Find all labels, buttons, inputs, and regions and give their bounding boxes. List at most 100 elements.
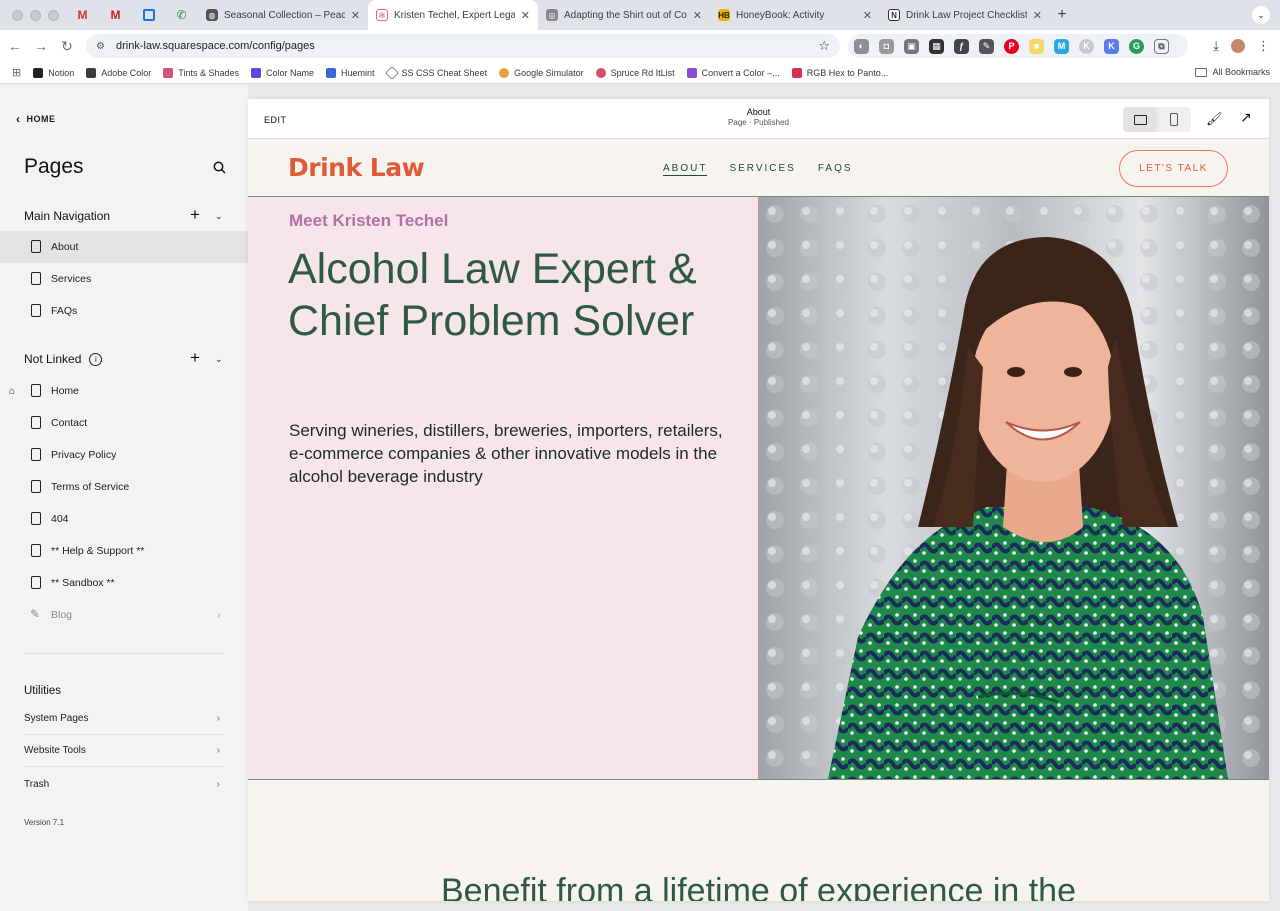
add-page-plus-icon[interactable]: + [190,349,200,366]
bookmark-rgb-hex[interactable]: RGB Hex to Panto... [791,67,888,78]
k-extension-icon[interactable]: K [1079,38,1094,54]
apps-grid-icon[interactable]: ⊞ [12,66,21,79]
tab-seasonal-collection[interactable]: ◍ Seasonal Collection – Peace ✕ [198,0,368,30]
camera-icon[interactable]: ◘ [879,38,894,54]
pinned-tab-phone[interactable]: ✆ [165,0,198,30]
notion-icon [33,67,44,78]
gmail-icon: M [110,8,121,22]
grid-icon[interactable]: ▦ [929,38,944,54]
page-item-home[interactable]: ⌂ Home [0,375,248,407]
site-logo[interactable]: Drink Law [288,153,425,182]
chevron-down-icon[interactable]: ⌄ [215,211,223,222]
profile-avatar[interactable] [1231,39,1245,53]
page-item-help-support[interactable]: ** Help & Support ** [0,535,248,567]
pinned-tab-gmail[interactable]: M [66,0,99,30]
tab-kristen-techel[interactable]: ✻ Kristen Techel, Expert Legal C ✕ [368,0,538,30]
mail-extension-icon[interactable]: M [1054,38,1069,54]
page-item-blog[interactable]: ✎ Blog › [0,599,248,631]
bookmark-label: Tints & Shades [178,67,239,78]
all-bookmarks[interactable]: All Bookmarks [1195,67,1270,77]
close-tab-icon[interactable]: ✕ [521,9,530,22]
blog-edit-icon: ✎ [30,607,41,621]
next-section: Benefit from a lifetime of experience in… [248,780,1269,901]
adobe-color-icon [86,67,97,78]
screenshot-icon[interactable]: ▣ [904,38,919,54]
bookmark-spruce-rd[interactable]: Spruce Rd ItList [595,67,675,78]
pinned-tab-gmail-2[interactable]: M [99,0,132,30]
more-menu-icon[interactable]: ⋮ [1257,38,1270,54]
utility-trash[interactable]: Trash › [24,768,224,800]
tab-adapting-shirt[interactable]: ◎ Adapting the Shirt out of Cod ✕ [538,0,710,30]
address-bar[interactable]: ⚙ drink-law.squarespace.com/config/pages… [86,34,840,58]
k-blue-extension-icon[interactable]: K [1104,38,1119,54]
utility-system-pages[interactable]: System Pages › [24,703,224,735]
forward-arrow-icon[interactable]: → [28,38,54,54]
window-controls[interactable] [0,9,66,21]
search-icon[interactable] [213,161,226,174]
font-icon[interactable]: ƒ [954,38,969,54]
site-settings-icon[interactable]: ⚙ [96,41,110,52]
bookmark-label: Adobe Color [101,67,152,78]
bookmark-convert-color[interactable]: Convert a Color –... [686,67,780,78]
notes-icon[interactable]: ■ [1029,38,1044,54]
back-arrow-icon[interactable]: ← [2,38,28,54]
info-icon[interactable]: i [89,352,103,366]
bookmark-huemint[interactable]: Huemint [326,67,375,78]
zoom-window-icon[interactable] [48,9,59,21]
page-icon [31,416,41,429]
page-item-contact[interactable]: Contact [0,407,248,439]
bookmark-tints-shades[interactable]: Tints & Shades [163,67,239,78]
bookmark-star-icon[interactable]: ☆ [818,38,830,54]
page-item-404[interactable]: 404 [0,503,248,535]
new-tab-button[interactable]: + [1050,6,1074,24]
lets-talk-button[interactable]: LET'S TALK [1119,150,1228,187]
chevron-down-icon[interactable]: ⌄ [215,354,223,365]
simulator-icon [499,67,510,78]
close-tab-icon[interactable]: ✕ [1033,9,1042,22]
nav-link-about[interactable]: ABOUT [663,163,708,176]
minimize-window-icon[interactable] [30,9,41,21]
page-item-services[interactable]: Services [0,263,248,295]
tab-drink-law-checklist[interactable]: N Drink Law Project Checklist ✕ [880,0,1050,30]
close-tab-icon[interactable]: ✕ [693,9,702,22]
grammarly-icon[interactable]: G [1129,38,1144,54]
bookmark-ss-css[interactable]: SS CSS Cheat Sheet [384,65,487,80]
bookmark-adobe-color[interactable]: Adobe Color [86,67,152,78]
add-page-plus-icon[interactable]: + [190,206,200,223]
download-icon[interactable]: ⤓ [1213,38,1219,54]
desktop-view-button[interactable] [1123,107,1157,132]
page-item-faqs[interactable]: FAQs [0,295,248,327]
bookmark-label: Google Simulator [514,67,584,78]
chevron-right-icon: › [216,713,220,724]
tints-icon [163,67,174,78]
page-item-terms[interactable]: Terms of Service [0,471,248,503]
close-tab-icon[interactable]: ✕ [351,9,360,22]
eyedropper-icon[interactable]: ✎ [979,38,994,54]
page-icon [31,448,41,461]
home-back-link[interactable]: ‹ HOME [16,112,56,126]
bookmark-google-simulator[interactable]: Google Simulator [499,67,584,78]
site-header: Drink Law ABOUT SERVICES FAQS LET'S TALK [248,139,1269,197]
editor-toolbar: EDIT About Page · Published 🖌 ↗ [248,99,1269,139]
site-styles-brush-icon[interactable]: 🖌 [1206,111,1223,127]
bookmark-color-name[interactable]: Color Name [250,67,314,78]
close-window-icon[interactable] [12,9,23,21]
expand-arrow-icon[interactable]: ↗ [1240,109,1252,126]
close-tab-icon[interactable]: ✕ [863,9,872,22]
utility-website-tools[interactable]: Website Tools › [24,735,224,767]
mobile-view-button[interactable] [1157,107,1191,132]
page-item-about[interactable]: About [0,231,248,263]
tab-search-chevron-icon[interactable]: ⌄ [1252,6,1270,24]
nav-link-faqs[interactable]: FAQS [818,163,853,176]
pinterest-icon[interactable]: P [1004,38,1019,54]
reload-icon[interactable]: ↻ [54,38,80,55]
nav-link-services[interactable]: SERVICES [729,163,795,176]
bookmark-notion[interactable]: Notion [33,67,74,78]
page-item-sandbox[interactable]: ** Sandbox ** [0,567,248,599]
puzzle-extensions-icon[interactable]: ⧉ [1154,38,1169,54]
extension-icon[interactable]: ◐ [854,38,869,54]
page-item-privacy-policy[interactable]: Privacy Policy [0,439,248,471]
pantone-icon [791,67,802,78]
pinned-tab-calendar[interactable] [132,0,165,30]
tab-honeybook[interactable]: HB HoneyBook: Activity ✕ [710,0,880,30]
